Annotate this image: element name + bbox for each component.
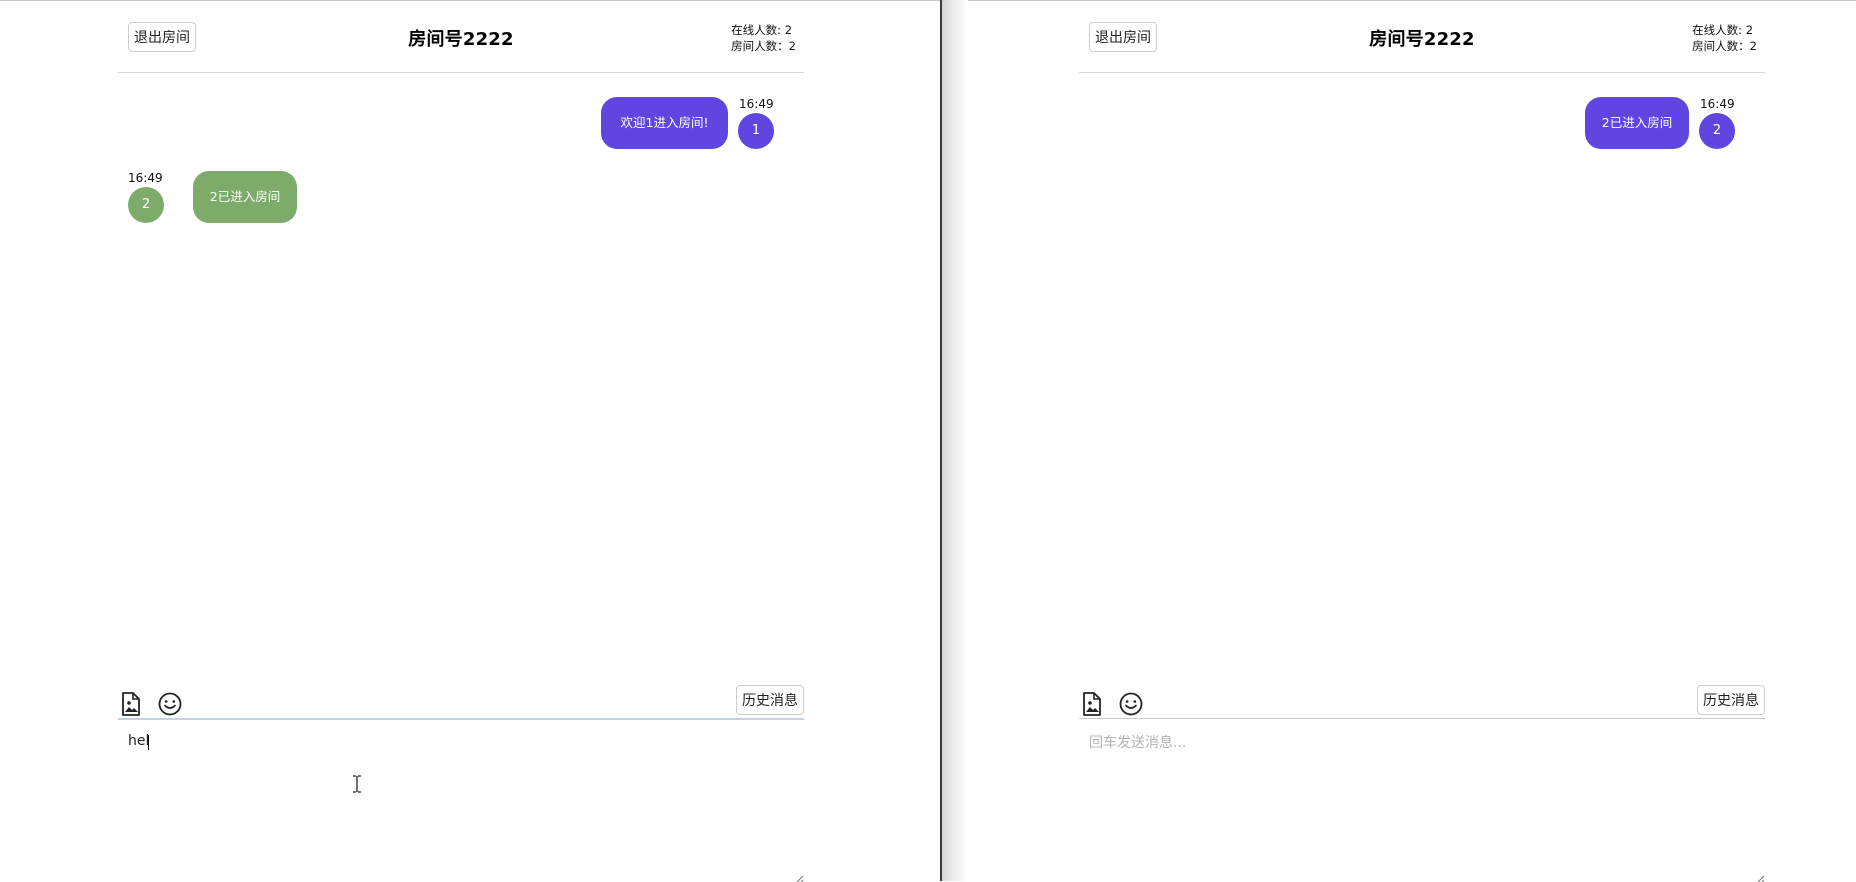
message-list: 2已进入房间 16:49 2 [1079,73,1765,685]
chat-room: 退出房间 房间号2222 在线人数: 2 房间人数：2 欢迎1进入房间! 16:… [118,1,804,882]
message-list: 欢迎1进入房间! 16:49 1 16:49 2 2已进入房间 [118,73,804,685]
message-input[interactable] [1079,718,1765,855]
message-time: 16:49 [128,171,163,185]
online-count: 在线人数: 2 [1692,23,1754,37]
avatar: 1 [738,113,774,149]
composer-toolbar: 历史消息 [1079,685,1765,719]
avatar: 2 [128,187,164,223]
text-caret [148,735,149,750]
room-title: 房间号2222 [1369,29,1475,50]
room-header: 退出房间 房间号2222 在线人数: 2 房间人数：2 [118,1,804,73]
message-bubble: 2已进入房间 [1585,97,1689,149]
room-stats: 在线人数: 2 房间人数：2 [731,22,796,54]
room-count: 房间人数：2 [731,39,796,53]
window-shadow [942,0,968,881]
message-bubble: 2已进入房间 [193,171,297,223]
message-bubble: 欢迎1进入房间! [601,97,728,149]
chat-window-left: 退出房间 房间号2222 在线人数: 2 房间人数：2 欢迎1进入房间! 16:… [0,0,940,882]
avatar: 2 [1699,113,1735,149]
room-title: 房间号2222 [408,29,514,50]
image-file-icon[interactable] [118,691,144,717]
smiley-icon[interactable] [157,691,183,717]
message-input[interactable]: hel [118,718,804,855]
room-count: 房间人数：2 [1692,39,1757,53]
message-time: 16:49 [1700,97,1735,111]
text-cursor-icon [352,775,362,793]
history-messages-button[interactable]: 历史消息 [736,685,804,715]
message-time: 16:49 [739,97,774,111]
chat-room: 退出房间 房间号2222 在线人数: 2 房间人数：2 2已进入房间 16:49… [1079,1,1765,882]
history-messages-button[interactable]: 历史消息 [1697,685,1765,715]
resize-handle-icon[interactable] [792,870,804,882]
resize-handle-icon[interactable] [1753,870,1765,882]
image-file-icon[interactable] [1079,691,1105,717]
room-header: 退出房间 房间号2222 在线人数: 2 房间人数：2 [1079,1,1765,73]
chat-window-right: 退出房间 房间号2222 在线人数: 2 房间人数：2 2已进入房间 16:49… [968,0,1856,882]
room-stats: 在线人数: 2 房间人数：2 [1692,22,1757,54]
composer-toolbar: 历史消息 [118,685,804,719]
smiley-icon[interactable] [1118,691,1144,717]
online-count: 在线人数: 2 [731,23,793,37]
